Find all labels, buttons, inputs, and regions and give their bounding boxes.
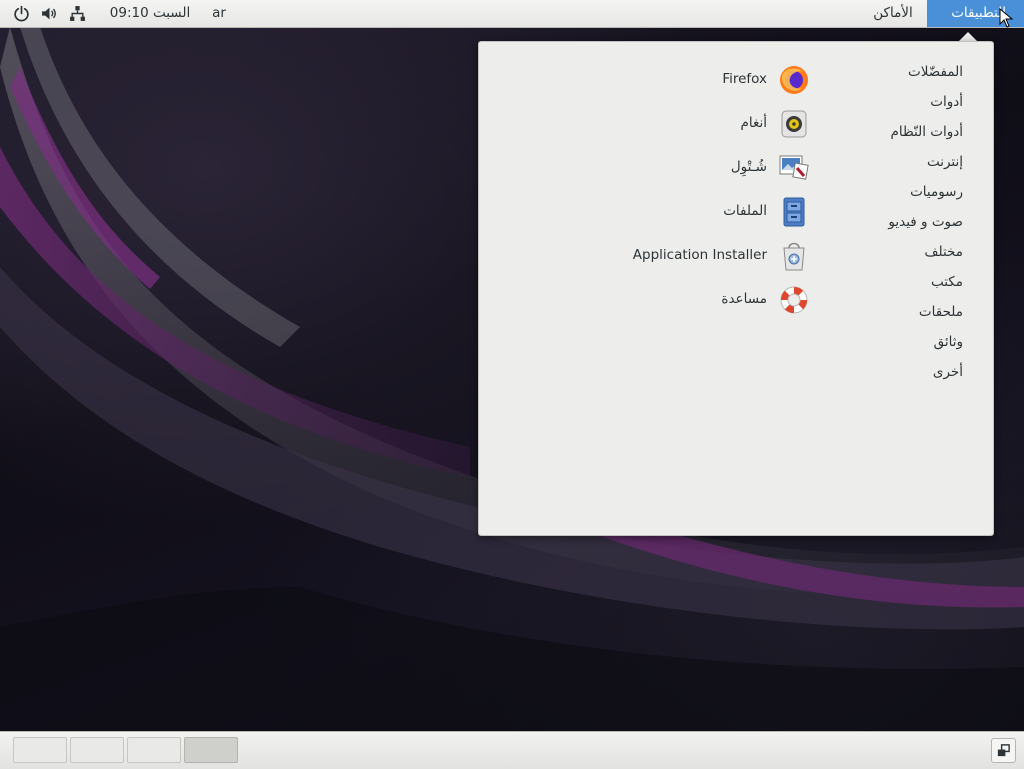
category-documentation[interactable]: وثائق xyxy=(934,334,963,350)
applications-menu-popover: المفضّلات أدوات أدوات النّظام إنترنت رسو… xyxy=(478,41,994,536)
category-other[interactable]: أخرى xyxy=(933,364,963,380)
mouse-cursor-icon xyxy=(999,8,1013,28)
category-system-tools[interactable]: أدوات النّظام xyxy=(890,124,963,140)
places-menu[interactable]: الأماكن xyxy=(862,0,924,27)
show-desktop-button[interactable] xyxy=(991,738,1016,763)
software-installer-icon[interactable] xyxy=(778,240,810,272)
help-lifebuoy-icon[interactable] xyxy=(778,284,810,316)
app-help-label[interactable]: مساعدة xyxy=(721,291,767,307)
app-screenshot-label[interactable]: شُـتْوِل xyxy=(731,159,767,175)
workspace-4[interactable] xyxy=(184,737,238,763)
app-installer-label[interactable]: Application Installer xyxy=(633,247,767,263)
window-restore-icon xyxy=(997,744,1010,757)
workspace-3[interactable] xyxy=(127,737,181,763)
workspace-2[interactable] xyxy=(70,737,124,763)
category-misc[interactable]: مختلف xyxy=(925,244,963,260)
category-accessories[interactable]: ملحقات xyxy=(919,304,963,320)
top-panel: السبت 09:10 ar الأماكن التطبيقات xyxy=(0,0,1024,28)
bottom-panel xyxy=(0,731,1024,769)
volume-icon[interactable] xyxy=(41,5,58,22)
firefox-icon[interactable] xyxy=(778,64,810,96)
category-internet[interactable]: إنترنت xyxy=(927,154,963,170)
app-firefox-label[interactable]: Firefox xyxy=(722,71,767,87)
screenshot-icon[interactable] xyxy=(778,152,810,184)
clock[interactable]: السبت 09:10 xyxy=(100,0,200,27)
music-player-icon[interactable] xyxy=(778,108,810,140)
file-manager-icon[interactable] xyxy=(778,196,810,228)
category-sound-video[interactable]: صوت و فيديو xyxy=(888,214,963,230)
network-icon[interactable] xyxy=(69,5,86,22)
workspace-1[interactable] xyxy=(13,737,67,763)
category-graphics[interactable]: رسوميات xyxy=(910,184,963,200)
app-files-label[interactable]: الملفات xyxy=(723,203,767,219)
input-language-indicator[interactable]: ar xyxy=(205,0,233,27)
category-office[interactable]: مكتب xyxy=(931,274,963,290)
app-music-label[interactable]: أنغام xyxy=(741,115,768,131)
category-utilities[interactable]: أدوات xyxy=(930,94,963,110)
power-icon[interactable] xyxy=(13,5,30,22)
category-favorites[interactable]: المفضّلات xyxy=(908,64,963,80)
